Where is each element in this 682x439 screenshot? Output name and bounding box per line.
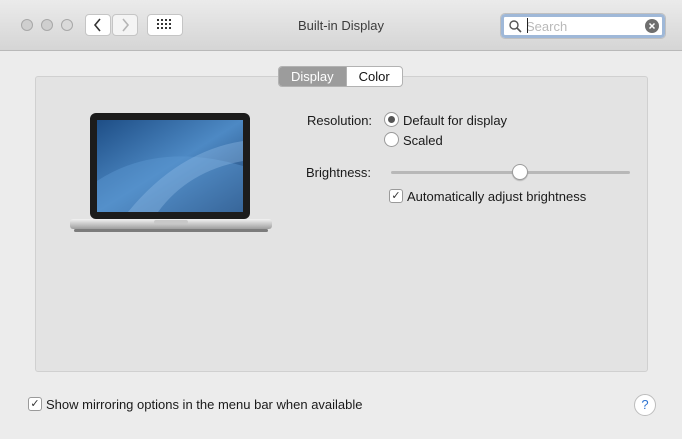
mirroring-label[interactable]: Show mirroring options in the menu bar w… bbox=[46, 397, 363, 412]
laptop-icon bbox=[70, 113, 272, 232]
search-icon bbox=[509, 20, 522, 33]
tab-color[interactable]: Color bbox=[345, 67, 402, 86]
brightness-slider-track[interactable] bbox=[391, 171, 630, 174]
resolution-label: Resolution: bbox=[307, 113, 373, 128]
clear-search-icon[interactable] bbox=[645, 19, 659, 33]
auto-brightness-label[interactable]: Automatically adjust brightness bbox=[407, 189, 586, 204]
resolution-scaled-label[interactable]: Scaled bbox=[403, 133, 443, 148]
resolution-scaled-radio[interactable] bbox=[384, 132, 399, 147]
resolution-default-label[interactable]: Default for display bbox=[403, 113, 507, 128]
mirroring-checkbox[interactable]: ✓ bbox=[28, 397, 42, 411]
search-input[interactable] bbox=[526, 18, 636, 34]
search-field[interactable] bbox=[500, 13, 666, 39]
text-cursor bbox=[527, 18, 528, 33]
help-button[interactable]: ? bbox=[634, 394, 656, 416]
tab-display[interactable]: Display bbox=[279, 67, 346, 86]
title-bar: Built-in Display bbox=[0, 0, 682, 51]
resolution-default-radio[interactable] bbox=[384, 112, 399, 127]
tab-bar: Display Color bbox=[278, 66, 403, 87]
auto-brightness-checkbox[interactable]: ✓ bbox=[389, 189, 403, 203]
brightness-label: Brightness: bbox=[306, 165, 372, 180]
brightness-slider-thumb[interactable] bbox=[512, 164, 529, 180]
